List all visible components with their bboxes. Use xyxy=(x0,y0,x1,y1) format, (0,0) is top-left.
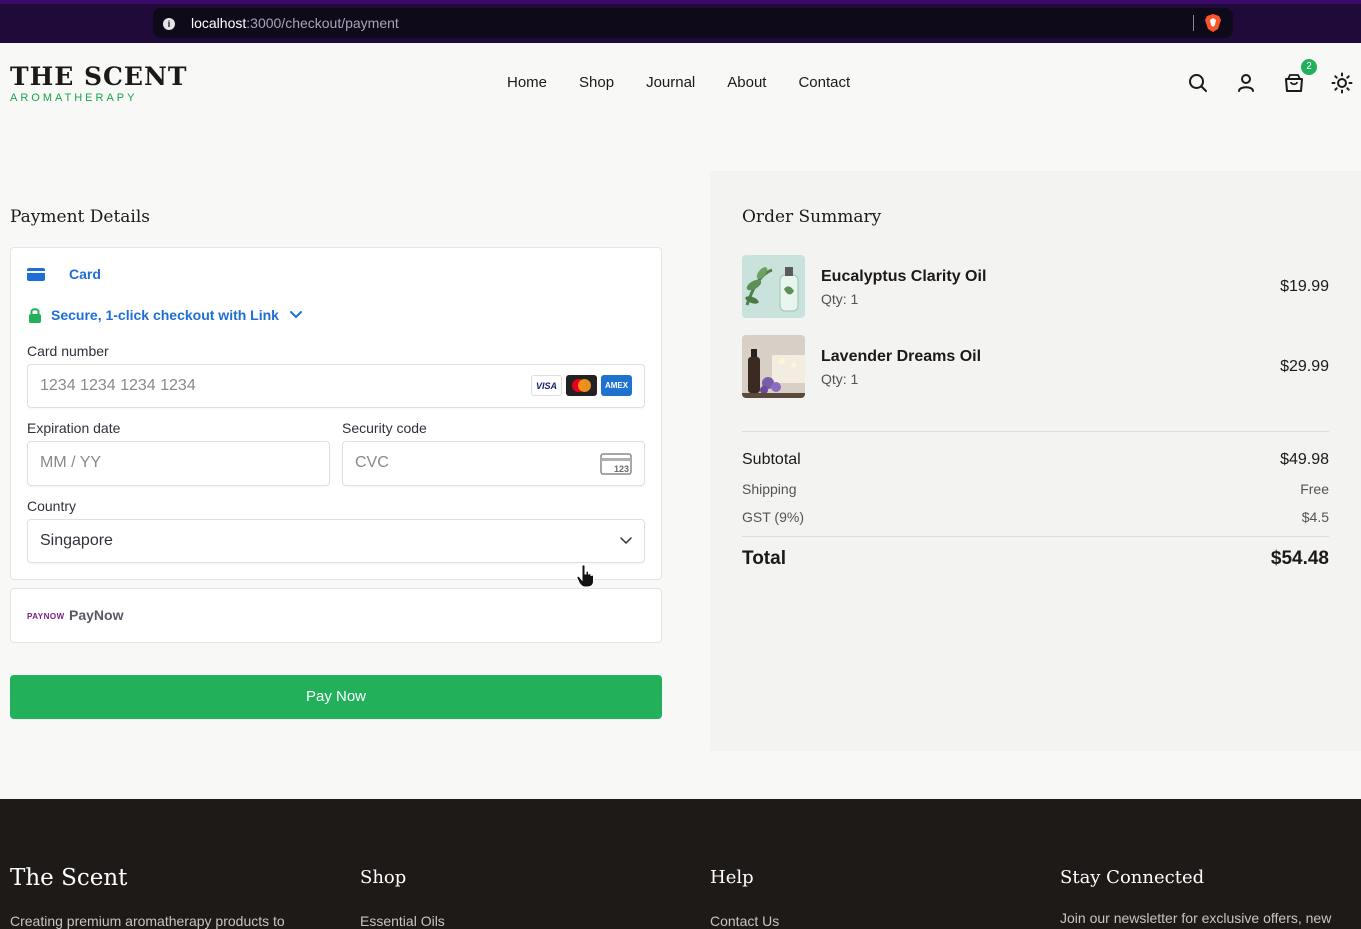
order-summary-panel: Order Summary Eucalyptus Clarity Oil Qty… xyxy=(710,171,1361,751)
nav-shop[interactable]: Shop xyxy=(579,74,614,91)
total-value: $54.48 xyxy=(1270,548,1329,569)
card-number-input[interactable] xyxy=(40,377,472,395)
chevron-down-icon[interactable] xyxy=(289,310,303,320)
credit-card-icon xyxy=(27,268,45,281)
product-thumbnail[interactable] xyxy=(742,335,805,398)
cart-item-name[interactable]: Lavender Dreams Oil xyxy=(821,348,981,366)
cvc-label: Security code xyxy=(342,420,427,436)
shipping-value: Free xyxy=(1300,481,1329,497)
card-number-label: Card number xyxy=(27,343,109,359)
card-tab-label[interactable]: Card xyxy=(69,266,101,282)
footer-connect-title: Stay Connected xyxy=(1060,867,1205,888)
hand-cursor-icon xyxy=(576,564,594,588)
summary-divider xyxy=(742,431,1329,432)
nav-contact[interactable]: Contact xyxy=(798,74,850,91)
url-divider xyxy=(1193,15,1194,31)
site-info-icon[interactable]: i xyxy=(163,18,175,30)
cvc-card-icon: 123 xyxy=(600,453,632,475)
shipping-label: Shipping xyxy=(742,481,797,497)
subtotal-label: Subtotal xyxy=(742,451,801,468)
expiry-field[interactable] xyxy=(27,441,330,486)
gst-value: $4.5 xyxy=(1301,509,1329,525)
paynow-label: PayNow xyxy=(69,607,124,623)
cvc-icon-digits: 123 xyxy=(614,464,629,474)
footer-help-title: Help xyxy=(710,867,754,888)
cvc-input[interactable] xyxy=(355,454,566,472)
visa-icon: VISA xyxy=(531,375,562,396)
card-brand-logos: VISA AMEX xyxy=(531,375,632,396)
theme-toggle-icon[interactable] xyxy=(1331,72,1353,94)
brave-shield-icon[interactable] xyxy=(1205,14,1221,32)
expiry-label: Expiration date xyxy=(27,420,121,436)
card-number-field[interactable]: VISA AMEX xyxy=(27,364,645,408)
payment-details-title: Payment Details xyxy=(10,207,151,227)
nav-journal[interactable]: Journal xyxy=(646,74,695,91)
lavender-oil-image xyxy=(742,335,805,398)
footer-link-essential-oils[interactable]: Essential Oils xyxy=(360,913,445,929)
product-thumbnail[interactable] xyxy=(742,255,805,318)
cart-item-qty: Qty: 1 xyxy=(821,291,859,307)
lock-icon xyxy=(29,308,41,323)
cart-item-name[interactable]: Eucalyptus Clarity Oil xyxy=(821,268,986,286)
browser-toolbar: i localhost:3000/checkout/payment xyxy=(0,0,1361,43)
nav-home[interactable]: Home xyxy=(507,74,547,91)
search-icon[interactable] xyxy=(1187,72,1209,94)
amex-icon: AMEX xyxy=(601,375,632,396)
subtotal-value: $49.98 xyxy=(1280,451,1329,468)
chevron-down-icon xyxy=(620,537,632,545)
country-label: Country xyxy=(27,498,77,514)
footer-link-contact[interactable]: Contact Us xyxy=(710,913,779,929)
logo-title[interactable]: THE SCENT xyxy=(10,62,187,91)
expiry-input[interactable] xyxy=(40,454,251,472)
footer-brand-text: Creating premium aromatherapy products t… xyxy=(10,913,285,929)
footer-brand-title: The Scent xyxy=(10,865,128,891)
pay-now-button[interactable]: Pay Now xyxy=(10,675,662,719)
site-footer: The Scent Creating premium aromatherapy … xyxy=(0,799,1361,929)
cvc-field[interactable]: 123 xyxy=(342,441,645,486)
cart-item-qty: Qty: 1 xyxy=(821,371,859,387)
order-summary-title: Order Summary xyxy=(742,207,882,227)
country-select[interactable]: Singapore xyxy=(27,519,645,563)
country-selected-value: Singapore xyxy=(40,532,113,549)
address-bar[interactable]: i localhost:3000/checkout/payment xyxy=(153,8,1233,38)
cart-count-badge: 2 xyxy=(1301,59,1317,75)
summary-divider xyxy=(742,536,1329,537)
gst-label: GST (9%) xyxy=(742,509,804,525)
link-checkout-toggle[interactable]: Secure, 1-click checkout with Link xyxy=(51,307,279,323)
cart-item-price: $19.99 xyxy=(1280,278,1329,295)
eucalyptus-oil-image xyxy=(742,255,805,318)
main-nav: Home Shop Journal About Contact xyxy=(507,74,850,91)
footer-shop-title: Shop xyxy=(360,867,407,888)
total-label: Total xyxy=(742,548,786,569)
mastercard-icon xyxy=(566,375,597,396)
logo-subtitle[interactable]: AROMATHERAPY xyxy=(10,92,137,104)
user-icon[interactable] xyxy=(1235,72,1257,94)
paynow-logo-icon: PAYNOW xyxy=(27,612,65,621)
nav-about[interactable]: About xyxy=(727,74,766,91)
cart-item-price: $29.99 xyxy=(1280,358,1329,375)
url-text[interactable]: localhost:3000/checkout/payment xyxy=(191,15,399,31)
paynow-option[interactable]: PAYNOW PayNow xyxy=(10,588,662,643)
footer-newsletter-text: Join our newsletter for exclusive offers… xyxy=(1060,910,1332,926)
card-payment-panel[interactable]: Card Secure, 1-click checkout with Link … xyxy=(10,247,662,580)
cart-icon[interactable] xyxy=(1283,72,1305,94)
